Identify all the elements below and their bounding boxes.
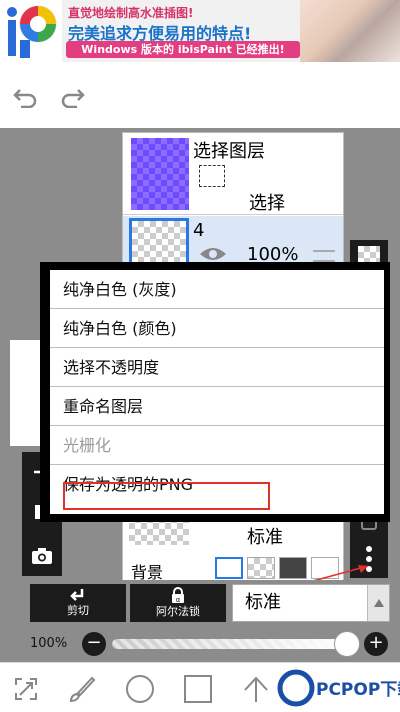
undo-icon[interactable] <box>10 82 40 112</box>
swatch-checker-light[interactable] <box>247 557 275 579</box>
layer-4-thumbnail <box>129 218 189 266</box>
transform-tool-icon[interactable] <box>10 673 42 705</box>
selection-layer-row[interactable]: 选择图层 选择 <box>123 133 343 215</box>
ad-windows-notice: Windows 版本的 ibisPaint 已经推出! <box>66 41 300 58</box>
layer-row-4[interactable]: 4 100% <box>123 216 343 266</box>
top-toolbar <box>0 62 400 128</box>
watermark-text: PCPOP下载 <box>316 679 400 700</box>
canvas-preview[interactable] <box>10 340 44 446</box>
menu-item-select-opacity[interactable]: 选择不透明度 <box>50 348 384 387</box>
blend-mode-select[interactable]: 标准 <box>232 584 390 622</box>
selection-marquee-icon <box>199 165 225 187</box>
layer-partial-mode: 标准 <box>247 527 283 548</box>
opacity-minus-button[interactable]: − <box>82 632 106 656</box>
watermark-logo: PCPOP下载 <box>276 664 400 712</box>
opacity-slider-thumb[interactable] <box>334 631 360 657</box>
highlight-annotation <box>63 482 270 510</box>
selection-layer-name: 选择图层 <box>193 141 265 162</box>
svg-text:α: α <box>176 596 181 603</box>
chevron-up-icon[interactable] <box>367 585 389 621</box>
circle-tool-icon[interactable] <box>124 673 156 705</box>
selection-layer-thumbnail <box>131 138 189 210</box>
opacity-value: 100% <box>30 636 68 651</box>
lock-icon: α <box>172 587 184 603</box>
opacity-plus-button[interactable]: + <box>364 632 388 656</box>
square-tool-icon[interactable] <box>182 673 214 705</box>
selection-layer-mode: 选择 <box>249 193 285 214</box>
drag-handle-icon[interactable] <box>313 250 335 262</box>
camera-icon[interactable] <box>22 536 62 576</box>
menu-item-rename-layer[interactable]: 重命名图层 <box>50 387 384 426</box>
clip-button[interactable]: 剪切 <box>30 584 126 622</box>
ad-banner[interactable]: 直觉地绘制高水准插图! 完美追求方便易用的特点! Windows 版本的 ibi… <box>0 0 400 62</box>
ad-headline: 直觉地绘制高水准插图! <box>68 6 194 20</box>
opacity-bar: 100% − + <box>0 626 400 662</box>
ad-illustration <box>300 0 400 62</box>
opacity-slider[interactable] <box>112 639 350 649</box>
clip-label: 剪切 <box>67 604 89 617</box>
brush-tool-icon[interactable] <box>66 673 98 705</box>
clip-arrow-icon <box>70 589 84 601</box>
blend-mode-value: 标准 <box>245 592 281 613</box>
layer-4-number: 4 <box>193 220 205 241</box>
menu-item-pure-white-color[interactable]: 纯净白色 (颜色) <box>50 309 384 348</box>
redo-icon[interactable] <box>58 82 88 112</box>
up-arrow-icon[interactable] <box>240 673 272 705</box>
swatch-white[interactable] <box>215 557 243 579</box>
alpha-lock-button[interactable]: α 阿尔法锁 <box>130 584 226 622</box>
ibispaint-logo <box>0 0 62 62</box>
alpha-lock-label: 阿尔法锁 <box>156 605 200 618</box>
menu-item-rasterize: 光栅化 <box>50 426 384 465</box>
layer-action-bar: 剪切 α 阿尔法锁 标准 <box>0 580 400 626</box>
menu-item-pure-white-gray[interactable]: 纯净白色 (灰度) <box>50 270 384 309</box>
